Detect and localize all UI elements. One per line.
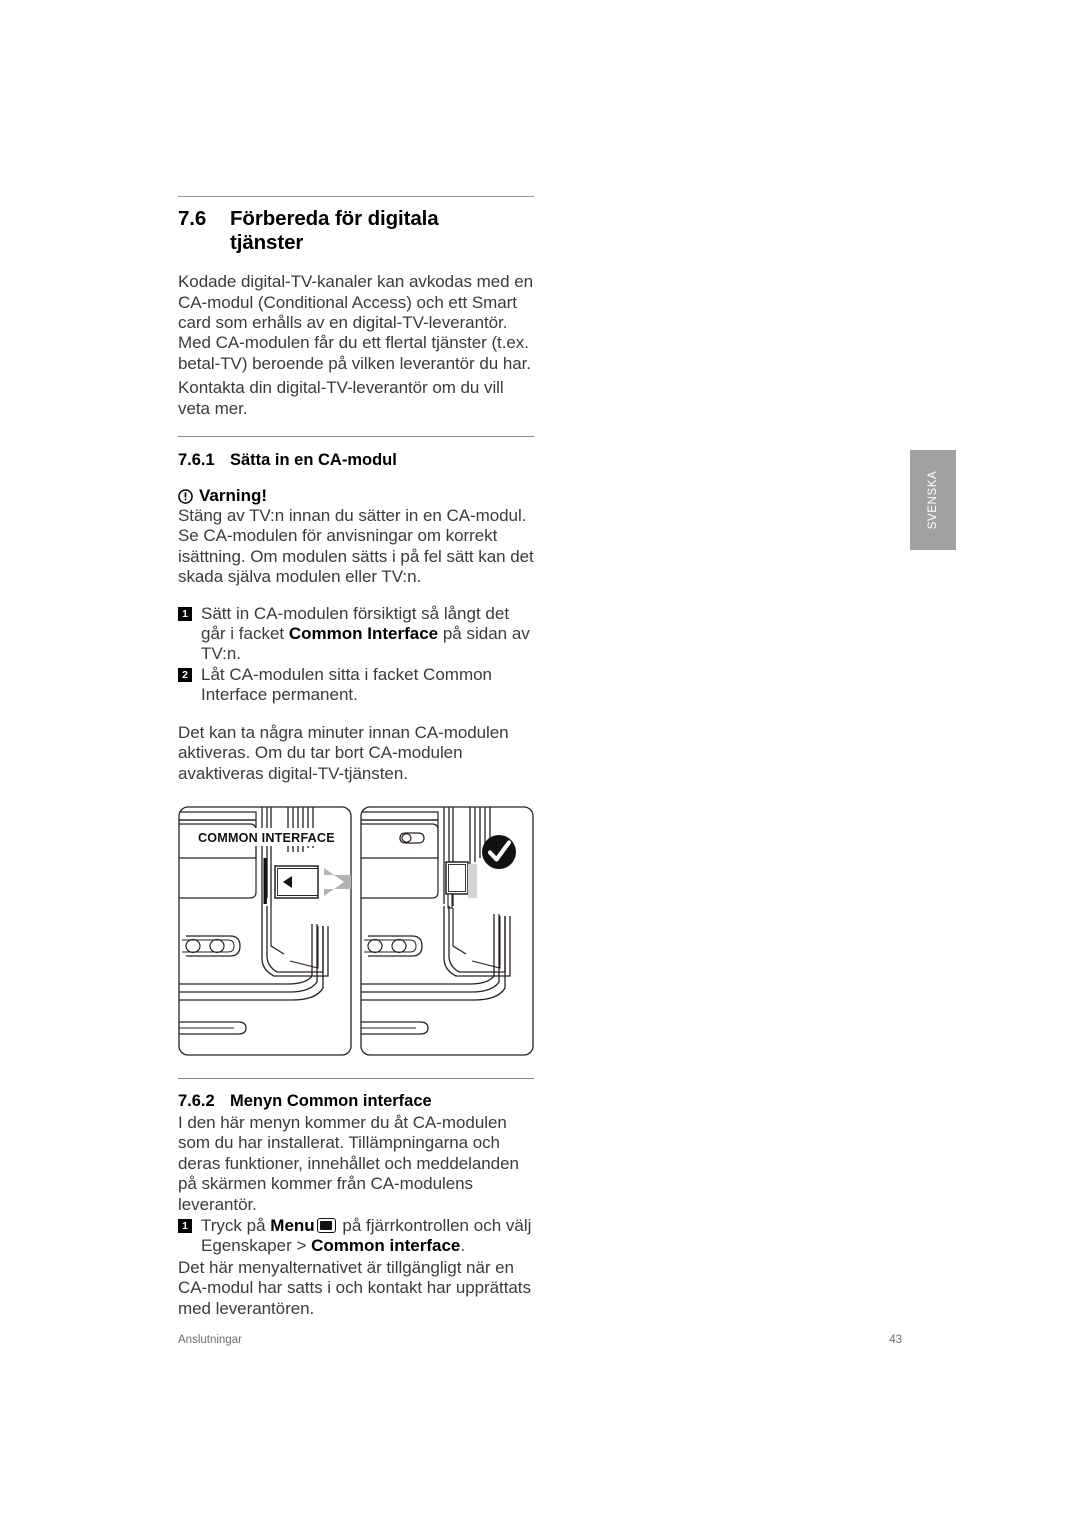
ca-module-insert-diagram: COMMON INTERFACE [178, 806, 352, 1056]
warning-circle-icon [178, 488, 193, 504]
page-footer: Anslutningar 43 [178, 1334, 902, 1346]
step-text: Låt CA-modulen sitta i facket Common Int… [201, 664, 493, 705]
subsection-2-divider [178, 1077, 534, 1079]
document-page: 7.6 Förbereda för digitala tjänster Koda… [0, 0, 1080, 1528]
language-side-tab: SVENSKA [910, 450, 956, 550]
language-side-tab-label: SVENSKA [927, 470, 939, 530]
step-text-menu-label: Menu [270, 1215, 315, 1235]
step-badge: 2 [178, 667, 192, 682]
subsection-2-heading: 7.6.2 Menyn Common interface [178, 1091, 534, 1111]
subsection-1-title: Sätta in en CA-modul [230, 451, 397, 470]
step-text-bold: Common Interface [288, 624, 439, 644]
subsection-2-body: I den här menyn kommer du åt CA-modulen … [178, 1112, 519, 1214]
common-interface-label: COMMON INTERFACE [198, 831, 335, 845]
step-text: Tryck på Menu på fjärrkontrollen och väl… [201, 1216, 534, 1257]
warning-body: Stäng av TV:n innan du sätter in en CA-m… [178, 506, 534, 587]
after-steps-paragraph: Det kan ta några minuter innan CA-module… [178, 722, 509, 783]
subsection-2-number: 7.6.2 [178, 1091, 215, 1110]
subsection-1-number: 7.6.1 [178, 451, 215, 470]
intro-paragraph-2: Kontakta din digital-TV-leverantör om du… [178, 378, 504, 418]
step-text-common-interface: Common interface [311, 1236, 461, 1256]
subsection-1-divider [178, 436, 534, 438]
intro-paragraph: Kodade digital-TV-kanaler kan avkodas me… [178, 272, 534, 373]
step-badge: 1 [178, 1218, 192, 1233]
menu-button-icon [316, 1217, 336, 1233]
section-number: 7.6 [178, 207, 207, 231]
ca-module-seated-diagram [360, 806, 534, 1056]
page-number: 43 [889, 1334, 902, 1346]
list-item: 2 Låt CA-modulen sitta i facket Common I… [178, 665, 534, 706]
list-item: 1 Tryck på Menu på fjärrkontrollen och v… [178, 1216, 534, 1257]
illustration-right [360, 806, 534, 1056]
illustration-left: COMMON INTERFACE [178, 806, 352, 1056]
subsection-2-title: Menyn Common interface [230, 1091, 432, 1110]
list-item: 1 Sätt in CA-modulen försiktigt så långt… [178, 604, 534, 665]
section-title-line2: tjänster [230, 231, 304, 255]
subsection-1-heading: 7.6.1 Sätta in en CA-modul [178, 450, 534, 470]
subsection-2-after-step: Det här menyalternativet är tillgängligt… [178, 1257, 531, 1318]
step-text-part1: Tryck på [201, 1215, 271, 1235]
step-text: Sätt in CA-modulen försiktigt så långt d… [201, 604, 534, 665]
section-title: Förbereda för digitala tjänster [230, 207, 534, 255]
section-title-line1: Förbereda för digitala [230, 207, 439, 231]
step-text-part3: . [460, 1236, 466, 1256]
section-divider-top [178, 196, 534, 198]
check-circle-icon [482, 834, 516, 869]
footer-chapter-label: Anslutningar [178, 1334, 242, 1346]
warning-line: Varning! [178, 486, 534, 506]
page-title: 7.6 Förbereda för digitala tjänster [178, 207, 534, 255]
step-badge: 1 [178, 606, 192, 621]
warning-label: Varning! [199, 486, 268, 506]
steps-list-2: 1 Tryck på Menu på fjärrkontrollen och v… [178, 1216, 534, 1257]
steps-list-1: 1 Sätt in CA-modulen försiktigt så långt… [178, 604, 534, 706]
content-column: 7.6 Förbereda för digitala tjänster Koda… [178, 196, 534, 1319]
figure-ca-module: COMMON INTERFACE [178, 806, 534, 1056]
